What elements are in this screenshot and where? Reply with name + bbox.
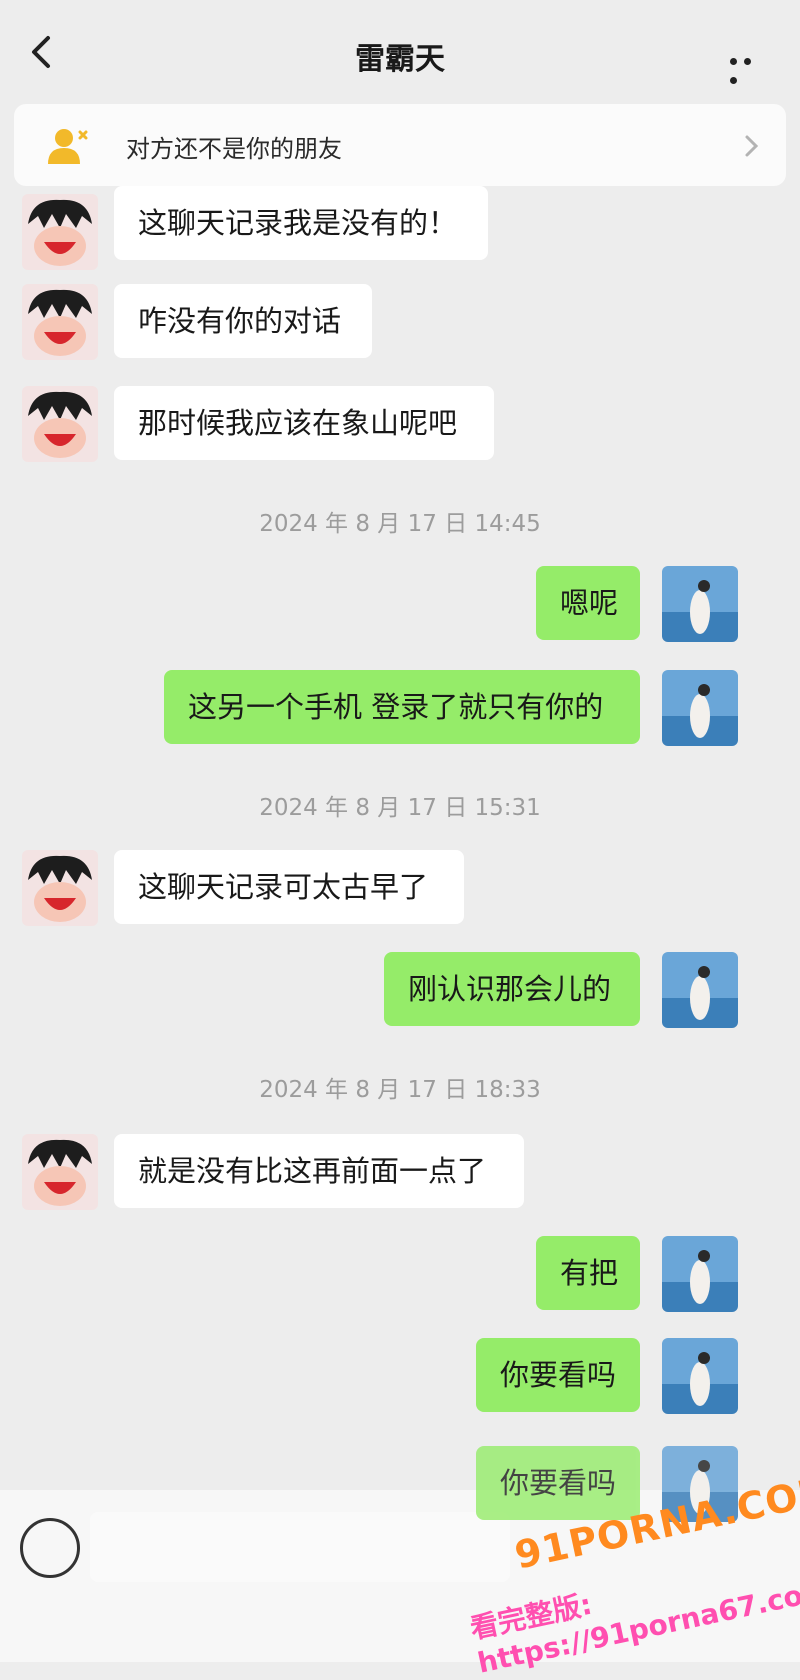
outgoing-message[interactable]: 你要看吗 [476, 1446, 640, 1520]
voice-input-icon[interactable] [20, 1518, 80, 1578]
outgoing-message[interactable]: 你要看吗 [476, 1338, 640, 1412]
outgoing-message[interactable]: 刚认识那会儿的 [384, 952, 640, 1026]
incoming-message[interactable]: 那时候我应该在象山呢吧 [114, 386, 494, 460]
timestamp: 2024 年 8 月 17 日 18:33 [259, 1077, 541, 1103]
contact-avatar[interactable] [22, 1134, 98, 1210]
timestamp: 2024 年 8 月 17 日 15:31 [259, 795, 541, 821]
incoming-message[interactable]: 这聊天记录我是没有的！ [114, 186, 488, 260]
my-avatar[interactable] [662, 566, 738, 642]
contact-avatar[interactable] [22, 850, 98, 926]
my-avatar[interactable] [662, 1236, 738, 1312]
my-avatar[interactable] [662, 1338, 738, 1414]
outgoing-message[interactable]: 有把 [536, 1236, 640, 1310]
incoming-message[interactable]: 咋没有你的对话 [114, 284, 372, 358]
my-avatar[interactable] [662, 952, 738, 1028]
message-list: 这聊天记录我是没有的！ 咋没有你的对话 那时候我应该在象山呢吧 2024 年 8… [0, 0, 800, 1662]
contact-avatar[interactable] [22, 386, 98, 462]
contact-avatar[interactable] [22, 194, 98, 270]
message-input[interactable] [90, 1512, 510, 1582]
timestamp: 2024 年 8 月 17 日 14:45 [259, 511, 541, 537]
incoming-message[interactable]: 就是没有比这再前面一点了 [114, 1134, 524, 1208]
my-avatar[interactable] [662, 670, 738, 746]
outgoing-message[interactable]: 这另一个手机 登录了就只有你的 [164, 670, 640, 744]
outgoing-message[interactable]: 嗯呢 [536, 566, 640, 640]
contact-avatar[interactable] [22, 284, 98, 360]
incoming-message[interactable]: 这聊天记录可太古早了 [114, 850, 464, 924]
